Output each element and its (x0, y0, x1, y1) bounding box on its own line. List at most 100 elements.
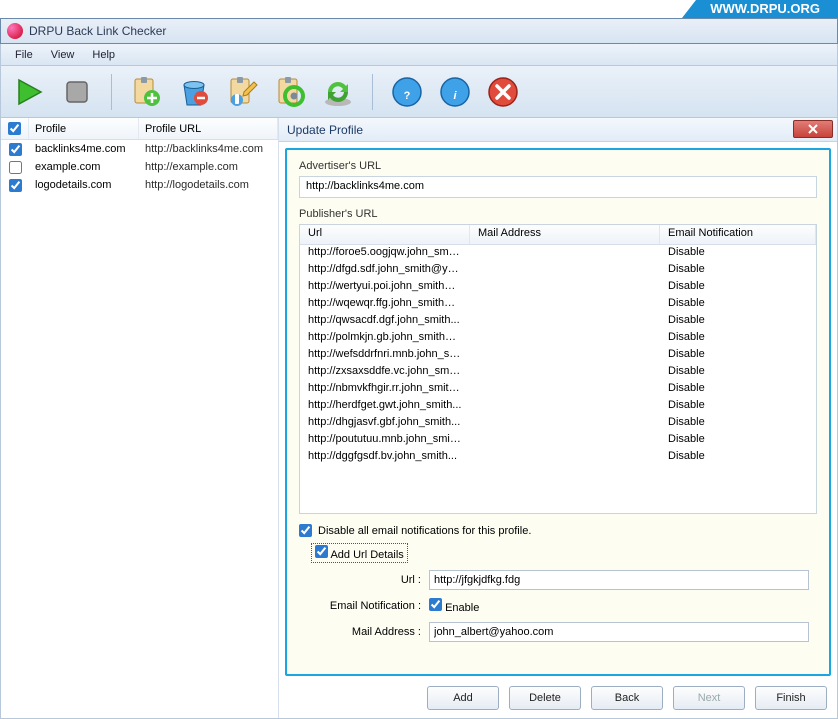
publisher-row[interactable]: http://qwsacdf.dgf.john_smith... Disable (300, 313, 816, 330)
publisher-row[interactable]: http://wefsddrfnri.mnb.john_sm... Disabl… (300, 347, 816, 364)
add-url-details-toggle[interactable]: Add Url Details (311, 543, 408, 563)
pub-notif: Disable (660, 364, 816, 381)
advertiser-url-value: http://backlinks4me.com (299, 176, 817, 198)
profile-row[interactable]: backlinks4me.com http://backlinks4me.com (1, 140, 278, 158)
pub-notif: Disable (660, 432, 816, 449)
enable-label: Enable (445, 602, 479, 614)
profile-checkbox[interactable] (9, 161, 22, 174)
col-notif[interactable]: Email Notification (660, 225, 816, 244)
pub-mail (470, 398, 660, 415)
enable-checkbox[interactable] (429, 598, 442, 611)
pub-mail (470, 449, 660, 466)
play-button[interactable] (11, 74, 47, 110)
profile-checkbox[interactable] (9, 143, 22, 156)
mail-address-label: Mail Address : (299, 626, 429, 638)
add-url-details-checkbox[interactable] (315, 545, 328, 558)
menu-help[interactable]: Help (84, 47, 123, 63)
pub-notif: Disable (660, 262, 816, 279)
pub-notif: Disable (660, 415, 816, 432)
email-notification-label: Email Notification : (299, 600, 429, 612)
pub-mail (470, 296, 660, 313)
info-button[interactable]: i (437, 74, 473, 110)
profile-row[interactable]: logodetails.com http://logodetails.com (1, 176, 278, 194)
edit-button[interactable] (224, 74, 260, 110)
select-all-checkbox[interactable] (8, 122, 21, 135)
profile-checkbox[interactable] (9, 179, 22, 192)
back-button[interactable]: Back (591, 686, 663, 710)
publisher-row[interactable]: http://polmkjn.gb.john_smith@... Disable (300, 330, 816, 347)
pub-notif: Disable (660, 313, 816, 330)
col-mail[interactable]: Mail Address (470, 225, 660, 244)
pub-url: http://qwsacdf.dgf.john_smith... (300, 313, 470, 330)
pub-mail (470, 347, 660, 364)
mail-address-input[interactable] (429, 622, 809, 642)
header-profile-url[interactable]: Profile URL (139, 118, 278, 139)
edit-icon (226, 76, 258, 108)
pub-mail (470, 432, 660, 449)
app-icon (7, 23, 23, 39)
body-area: Profile Profile URL backlinks4me.com htt… (0, 118, 838, 719)
pub-notif: Disable (660, 347, 816, 364)
menu-view[interactable]: View (43, 47, 83, 63)
publisher-url-label: Publisher's URL (299, 208, 817, 220)
profile-name: backlinks4me.com (29, 143, 139, 155)
pub-url: http://dggfgsdf.bv.john_smith... (300, 449, 470, 466)
help-button[interactable]: ? (389, 74, 425, 110)
add-url-details-label: Add Url Details (330, 549, 403, 561)
pub-mail (470, 415, 660, 432)
pub-url: http://dfgd.sdf.john_smith@ya... (300, 262, 470, 279)
pub-notif: Disable (660, 279, 816, 296)
col-url[interactable]: Url (300, 225, 470, 244)
menu-file[interactable]: File (7, 47, 41, 63)
publisher-row[interactable]: http://wqewqr.ffg.john_smith@... Disable (300, 296, 816, 313)
profile-rows: backlinks4me.com http://backlinks4me.com… (1, 140, 278, 194)
panel-title: Update Profile (287, 123, 363, 137)
pub-url: http://dhgjasvf.gbf.john_smith... (300, 415, 470, 432)
profile-url: http://example.com (139, 161, 278, 173)
refresh-button[interactable] (320, 74, 356, 110)
app-title: DRPU Back Link Checker (29, 24, 166, 38)
disable-all-checkbox[interactable] (299, 524, 312, 537)
panel-header: Update Profile (279, 118, 837, 142)
publisher-row[interactable]: http://zxsaxsddfe.vc.john_smit... Disabl… (300, 364, 816, 381)
pub-notif: Disable (660, 296, 816, 313)
delete-profile-button[interactable] (176, 74, 212, 110)
disable-all-row[interactable]: Disable all email notifications for this… (299, 524, 817, 537)
profile-name: logodetails.com (29, 179, 139, 191)
pub-mail (470, 245, 660, 262)
publisher-row[interactable]: http://nbmvkfhgir.rr.john_smith... Disab… (300, 381, 816, 398)
publisher-row[interactable]: http://dfgd.sdf.john_smith@ya... Disable (300, 262, 816, 279)
publisher-row[interactable]: http://dggfgsdf.bv.john_smith... Disable (300, 449, 816, 466)
pub-notif: Disable (660, 449, 816, 466)
publisher-row[interactable]: http://foroe5.oogjqw.john_smit... Disabl… (300, 245, 816, 262)
pub-notif: Disable (660, 245, 816, 262)
disable-all-label: Disable all email notifications for this… (318, 525, 531, 537)
publisher-row[interactable]: http://wertyui.poi.john_smith@... Disabl… (300, 279, 816, 296)
pub-url: http://zxsaxsddfe.vc.john_smit... (300, 364, 470, 381)
website-banner[interactable]: WWW.DRPU.ORG (696, 0, 838, 18)
panel-close-button[interactable] (793, 120, 833, 138)
profile-row[interactable]: example.com http://example.com (1, 158, 278, 176)
toolbar: ? i (0, 66, 838, 118)
url-input[interactable] (429, 570, 809, 590)
exit-button[interactable] (485, 74, 521, 110)
next-button[interactable]: Next (673, 686, 745, 710)
add-button[interactable]: Add (427, 686, 499, 710)
publisher-rows[interactable]: http://foroe5.oogjqw.john_smit... Disabl… (300, 245, 816, 513)
stop-button[interactable] (59, 74, 95, 110)
finish-button[interactable]: Finish (755, 686, 827, 710)
pub-url: http://nbmvkfhgir.rr.john_smith... (300, 381, 470, 398)
pub-notif: Disable (660, 330, 816, 347)
pub-notif: Disable (660, 398, 816, 415)
delete-profile-icon (178, 76, 210, 108)
publisher-row[interactable]: http://poututuu.mnb.john_smit... Disable (300, 432, 816, 449)
add-profile-button[interactable] (128, 74, 164, 110)
settings-button[interactable] (272, 74, 308, 110)
pub-notif: Disable (660, 381, 816, 398)
header-profile[interactable]: Profile (29, 118, 139, 139)
publisher-row[interactable]: http://dhgjasvf.gbf.john_smith... Disabl… (300, 415, 816, 432)
publisher-row[interactable]: http://herdfget.gwt.john_smith... Disabl… (300, 398, 816, 415)
header-checkbox-col[interactable] (1, 118, 29, 139)
pub-mail (470, 262, 660, 279)
delete-button[interactable]: Delete (509, 686, 581, 710)
